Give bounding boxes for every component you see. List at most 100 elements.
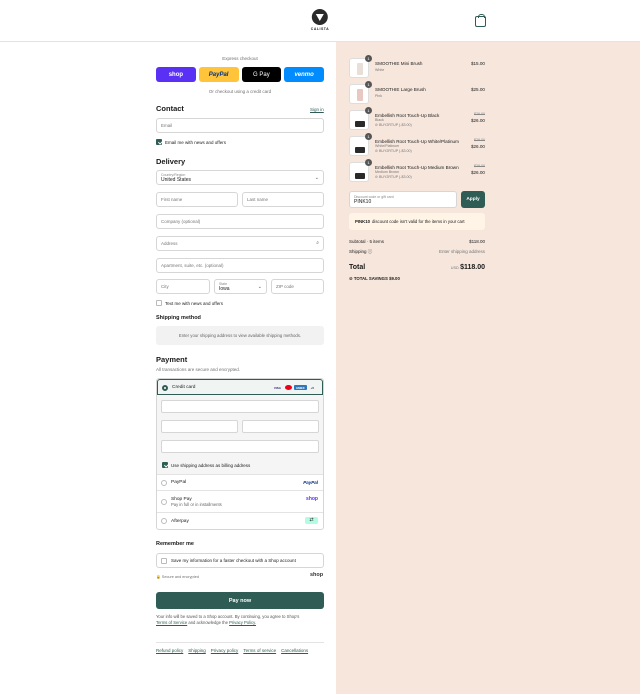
discount-code: BUY2RTUP (-$3.00) [379, 149, 412, 153]
text-news-label: Text me with news and offers [165, 301, 223, 306]
payment-methods: Credit card VISA MC AMEX +5 Use shipping… [156, 378, 324, 530]
product-thumbnail [355, 173, 365, 179]
payment-title: Payment [156, 355, 188, 364]
shop-logo: shop [310, 572, 324, 578]
subtotal-label: Subtotal · 5 items [349, 239, 385, 244]
cart-item: 1 SMOOTHIE Large Brush Pink $25.00 [349, 81, 485, 106]
address-field[interactable]: Address ⌕ [156, 236, 324, 251]
paypal-radio[interactable] [161, 480, 167, 486]
express-buttons: shop PayPal G Pay venmo [156, 67, 324, 82]
cart-item: 1 Embellish Root Touch-Up White/Platinum… [349, 133, 485, 158]
contact-title: Contact [156, 104, 184, 113]
refund-policy-link[interactable]: Refund policy [156, 648, 183, 653]
header: CALISTA [0, 0, 640, 42]
privacy-policy-footer-link[interactable]: Privacy policy [211, 648, 239, 653]
afterpay-option[interactable]: Afterpay ⇄ [157, 513, 323, 529]
legal-text: Your info will be saved to a Shop accoun… [156, 614, 324, 627]
country-select[interactable]: Country/Region United States ⌄ [156, 170, 324, 185]
savings-value: $9.00 [389, 276, 400, 281]
item-variant: White/Platinum [375, 144, 400, 148]
first-name-field[interactable]: First name [156, 192, 238, 207]
state-value: Iowa [219, 285, 230, 292]
quantity-badge: 1 [365, 159, 372, 166]
pay-now-button[interactable]: Pay now [156, 592, 324, 609]
last-name-field[interactable]: Last name [242, 192, 324, 207]
item-name: Embellish Root Touch-Up Black [375, 113, 440, 118]
address-placeholder: Address [161, 241, 178, 246]
legal-and: and acknowledge the [188, 620, 228, 626]
shipping-value: Enter shipping address [438, 249, 485, 254]
google-pay-button[interactable]: G Pay [241, 67, 282, 82]
item-discount: ⊘ BUY2RTUP (-$3.00) [375, 123, 412, 127]
card-number-field[interactable] [161, 400, 319, 413]
item-price: $26.00 [470, 170, 485, 175]
billing-address-label: Use shipping address as billing address [171, 463, 251, 468]
credit-card-label: Credit card [172, 384, 196, 390]
name-on-card-field[interactable] [161, 440, 319, 453]
credit-card-radio[interactable] [162, 385, 168, 391]
paypal-option[interactable]: PayPal PayPal [157, 475, 323, 491]
credit-card-option[interactable]: Credit card VISA MC AMEX +5 [157, 379, 323, 395]
quantity-badge: 1 [365, 133, 372, 140]
product-thumbnail [357, 63, 363, 75]
sign-in-link[interactable]: Sign in [310, 107, 324, 112]
billing-address-checkbox[interactable] [162, 462, 168, 468]
shipping-label: Shipping [349, 249, 367, 254]
footer-links: Refund policy Shipping Privacy policy Te… [156, 648, 308, 653]
item-variant: Pink [375, 94, 382, 98]
venmo-button[interactable]: venmo [284, 67, 324, 82]
item-discount: ⊘ BUY2RTUP (-$3.00) [375, 175, 412, 179]
city-field[interactable]: City [156, 279, 210, 294]
terms-of-service-footer-link[interactable]: Terms of service [243, 648, 276, 653]
subtotal-value: $118.00 [469, 239, 485, 244]
zip-field[interactable]: ZIP code [271, 279, 324, 294]
shop-pay-option[interactable]: Shop Pay Pay in full or in installments … [157, 491, 323, 513]
remember-me-title: Remember me [156, 541, 194, 547]
footer-divider [156, 642, 324, 643]
card-logos: VISA MC AMEX +5 [272, 385, 316, 390]
shipping-link[interactable]: Shipping [188, 648, 206, 653]
shopping-bag-icon[interactable] [475, 14, 486, 27]
cart-item: 1 Embellish Root Touch-Up Medium Brown M… [349, 159, 485, 184]
paypal-button[interactable]: PayPal [198, 67, 239, 82]
shipping-method-title: Shipping method [156, 315, 201, 321]
cancellations-link[interactable]: Cancellations [281, 648, 308, 653]
info-icon[interactable]: ⓘ [368, 249, 373, 254]
total-savings: ⊘ TOTAL SAVINGS $9.00 [349, 276, 400, 282]
shop-pay-radio[interactable] [161, 499, 167, 505]
item-price: $26.00 [470, 144, 485, 149]
security-code-field[interactable] [242, 420, 319, 433]
total-row: Total USD $118.00 [349, 264, 485, 271]
email-field[interactable]: Email [156, 118, 324, 133]
remember-me-label: Save my information for a faster checkou… [171, 558, 296, 563]
payment-subtitle: All transactions are secure and encrypte… [156, 367, 241, 372]
state-select[interactable]: State Iowa ⌄ [214, 279, 267, 294]
item-price: $26.00 [470, 118, 485, 123]
mastercard-icon: MC [284, 385, 292, 390]
item-discount: ⊘ BUY2RTUP (-$3.00) [375, 149, 412, 153]
privacy-policy-link[interactable]: Privacy Policy. [229, 620, 256, 625]
discount-code-field[interactable]: Discount code or gift card PINK10 [349, 191, 457, 208]
email-news-checkbox[interactable] [156, 139, 162, 145]
savings-label: TOTAL SAVINGS [353, 276, 388, 281]
brand-logo[interactable]: CALISTA [311, 9, 329, 31]
apply-button[interactable]: Apply [461, 191, 485, 208]
or-divider-text: Or checkout using a credit card [208, 89, 272, 94]
afterpay-label: Afterpay [171, 518, 189, 524]
shipping-row: Shipping ⓘ Enter shipping address [349, 249, 485, 255]
discount-error-code: PINK10 [355, 219, 371, 224]
paypal-label: PayPal [171, 480, 187, 485]
shop-pay-button[interactable]: shop [156, 67, 196, 82]
currency-label: USD [450, 266, 459, 270]
company-field[interactable]: Company (optional) [156, 214, 324, 229]
remember-me-option[interactable]: Save my information for a faster checkou… [156, 553, 324, 568]
afterpay-radio[interactable] [161, 518, 167, 524]
discount-code: BUY2RTUP (-$3.00) [379, 175, 412, 179]
quantity-badge: 1 [365, 55, 372, 62]
terms-of-service-link[interactable]: Terms of Service [156, 620, 187, 625]
product-thumbnail [355, 121, 365, 127]
text-news-checkbox[interactable] [156, 300, 162, 306]
expiration-date-field[interactable] [161, 420, 238, 433]
remember-me-checkbox[interactable] [161, 558, 167, 564]
apartment-field[interactable]: Apartment, suite, etc. (optional) [156, 258, 324, 273]
